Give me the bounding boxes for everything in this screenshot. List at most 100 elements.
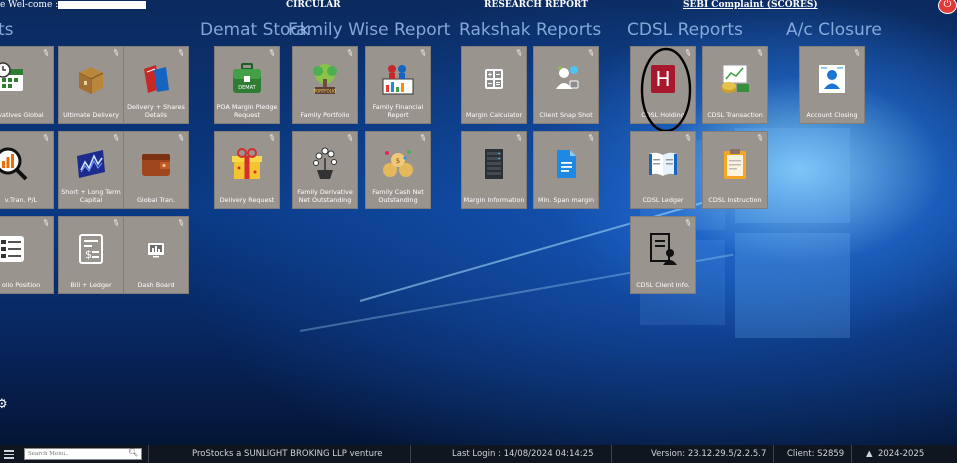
circular-link[interactable]: CIRCULAR bbox=[286, 0, 341, 10]
tile-label: Global Tran. bbox=[136, 196, 175, 204]
tile-cdsl-transaction[interactable]: ✎ CDSL Transaction bbox=[702, 46, 768, 124]
demat-badge-text: DEMAT bbox=[238, 85, 256, 91]
tile-delivery-shares-details[interactable]: ✎ Delivery + Shares Details bbox=[123, 46, 189, 124]
package-box-icon bbox=[78, 67, 104, 94]
last-login-text: Last Login : 14/08/2024 04:14:25 bbox=[452, 449, 594, 459]
client-info-icon bbox=[650, 233, 677, 265]
pin-icon[interactable]: ✎ bbox=[683, 218, 694, 230]
tile-label: Dash Board bbox=[137, 281, 175, 289]
search-menu-input[interactable]: Search Menu.. bbox=[24, 448, 142, 460]
server-icon bbox=[485, 149, 503, 179]
pin-icon[interactable]: ✎ bbox=[755, 48, 766, 60]
bill-document-icon: $ bbox=[79, 234, 103, 264]
top-bar: e Wel-come : CIRCULAR RESEARCH REPORT SE… bbox=[0, 0, 957, 14]
search-icon[interactable]: 🔍︎ bbox=[128, 448, 138, 457]
client-snapshot-icon bbox=[556, 66, 579, 89]
tile-label: v.Tran. P/L bbox=[4, 196, 38, 204]
tile-cdsl-ledger[interactable]: ✎ CDSL Ledger bbox=[630, 131, 696, 209]
tile-label: Family Portfolio bbox=[300, 111, 350, 119]
tile-poa-margin-pledge-request[interactable]: ✎ DEMAT POA Margin Pledge Request bbox=[214, 46, 280, 124]
pin-icon[interactable]: ✎ bbox=[755, 133, 766, 145]
tile-label: vatives Global bbox=[0, 111, 44, 119]
hamburger-menu-icon[interactable] bbox=[4, 448, 14, 460]
pin-icon[interactable]: ✎ bbox=[176, 48, 187, 60]
pin-icon[interactable]: ✎ bbox=[41, 48, 52, 60]
calendar-clock-icon bbox=[0, 62, 23, 91]
tile-client-snap-shot[interactable]: ✎ Client Snap Shot bbox=[533, 46, 599, 124]
tile-cdsl-instruction[interactable]: ✎ CDSL Instruction bbox=[702, 131, 768, 209]
pin-icon[interactable]: ✎ bbox=[683, 133, 694, 145]
dashboard-icon bbox=[148, 243, 164, 258]
tile-label: CDSL Instruction bbox=[708, 196, 762, 204]
section-title-reports: ts bbox=[0, 20, 14, 40]
sebi-complaint-link[interactable]: SEBI Complaint (SCORES) bbox=[683, 0, 818, 10]
checklist-icon bbox=[0, 236, 24, 262]
research-report-link[interactable]: RESEARCH REPORT bbox=[484, 0, 588, 10]
pin-icon[interactable]: ✎ bbox=[41, 133, 52, 145]
wallet-icon bbox=[142, 154, 170, 176]
year-selector[interactable]: ▲ 2024-2025 bbox=[866, 449, 924, 459]
tile-family-portfolio[interactable]: ✎ PORTFOLIO Family Portfolio bbox=[292, 46, 358, 124]
pin-icon[interactable]: ✎ bbox=[41, 218, 52, 230]
pin-icon[interactable]: ✎ bbox=[111, 218, 122, 230]
welcome-text: e Wel-come : bbox=[0, 0, 59, 10]
pin-icon[interactable]: ✎ bbox=[176, 218, 187, 230]
pin-icon[interactable]: ✎ bbox=[586, 48, 597, 60]
pin-icon[interactable]: ✎ bbox=[514, 133, 525, 145]
tile-ultimate-delivery[interactable]: ✎ Ultimate Delivery bbox=[58, 46, 124, 124]
tile-family-cash-net-outstanding[interactable]: ✎ $ Family Cash Net Outstanding bbox=[365, 131, 431, 209]
pin-icon[interactable]: ✎ bbox=[111, 133, 122, 145]
clipboard-icon bbox=[724, 149, 746, 179]
tile-margin-calculator[interactable]: ✎ Margin Calculator bbox=[461, 46, 527, 124]
tile-label: olio Position bbox=[1, 281, 41, 289]
settings-gear-icon[interactable]: ⚙ bbox=[0, 397, 8, 412]
section-title-ac-closure: A/c Closure bbox=[786, 20, 882, 40]
pin-icon[interactable]: ✎ bbox=[418, 48, 429, 60]
tile-label: Delivery Request bbox=[219, 196, 275, 204]
pin-icon[interactable]: ✎ bbox=[418, 133, 429, 145]
tile-derivatives-global[interactable]: ✎ vatives Global bbox=[0, 46, 54, 124]
demat-briefcase-icon: DEMAT bbox=[233, 63, 261, 93]
year-text: 2024-2025 bbox=[877, 449, 925, 459]
google-doc-icon bbox=[557, 150, 576, 178]
tile-inv-tran-pl[interactable]: ✎ v.Tran. P/L bbox=[0, 131, 54, 209]
wallpaper-pane bbox=[735, 233, 850, 338]
section-title-family-wise: Family Wise Report bbox=[288, 20, 451, 40]
tile-dash-board[interactable]: ✎ Dash Board bbox=[123, 216, 189, 294]
pin-icon[interactable]: ✎ bbox=[267, 133, 278, 145]
divider bbox=[148, 445, 149, 463]
tile-bill-ledger[interactable]: ✎ $ Bill + Ledger bbox=[58, 216, 124, 294]
pin-icon[interactable]: ✎ bbox=[345, 133, 356, 145]
pin-icon[interactable]: ✎ bbox=[852, 48, 863, 60]
tile-cdsl-client-info[interactable]: ✎ CDSL Client Info. bbox=[630, 216, 696, 294]
tile-account-closing[interactable]: ✎ Account Closing bbox=[799, 46, 865, 124]
status-bar: Search Menu.. 🔍︎ ProStocks a SUNLIGHT BR… bbox=[0, 445, 957, 463]
tile-short-long-term-capital[interactable]: ✎ Short + Long Term Capital bbox=[58, 131, 124, 209]
pin-icon[interactable]: ✎ bbox=[111, 48, 122, 60]
pin-icon[interactable]: ✎ bbox=[345, 48, 356, 60]
tile-margin-information[interactable]: ✎ Margin Information bbox=[461, 131, 527, 209]
tile-label: CDSL Ledger bbox=[642, 196, 684, 204]
tile-label: CDSL Client Info. bbox=[636, 281, 690, 289]
tile-family-financial-report[interactable]: ✎ Family Financial Report bbox=[365, 46, 431, 124]
divider bbox=[773, 445, 774, 463]
pin-icon[interactable]: ✎ bbox=[514, 48, 525, 60]
venture-text: ProStocks a SUNLIGHT BROKING LLP venture bbox=[192, 449, 383, 459]
stock-chart-icon bbox=[77, 150, 105, 178]
masked-username bbox=[58, 1, 146, 9]
svg-text:$: $ bbox=[85, 248, 92, 261]
tile-delivery-request[interactable]: ✎ Delivery Request bbox=[214, 131, 280, 209]
money-plant-icon bbox=[313, 147, 337, 179]
tile-folio-position[interactable]: ✎ olio Position bbox=[0, 216, 54, 294]
tile-global-tran[interactable]: ✎ Global Tran. bbox=[123, 131, 189, 209]
tile-label: Family Cash Net Outstanding bbox=[372, 188, 424, 204]
divider bbox=[410, 445, 411, 463]
account-closing-icon bbox=[819, 65, 845, 93]
pin-icon[interactable]: ✎ bbox=[176, 133, 187, 145]
tile-family-derivative-net-outstanding[interactable]: ✎ Family Derivative Net Outstanding bbox=[292, 131, 358, 209]
divider bbox=[611, 445, 612, 463]
pin-icon[interactable]: ✎ bbox=[586, 133, 597, 145]
portfolio-tree-icon: PORTFOLIO bbox=[313, 64, 337, 94]
pin-icon[interactable]: ✎ bbox=[267, 48, 278, 60]
tile-min-span-margin[interactable]: ✎ Min. Span margin bbox=[533, 131, 599, 209]
